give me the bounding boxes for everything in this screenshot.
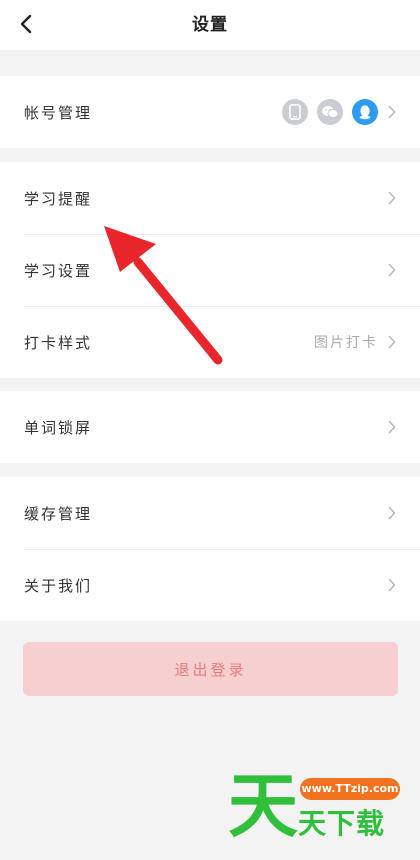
- watermark-big-char: 天: [228, 765, 298, 847]
- chevron-right-icon: [388, 105, 398, 119]
- settings-item-study-reminder[interactable]: 学习提醒: [0, 162, 420, 234]
- settings-group-account: 帐号管理: [0, 76, 420, 148]
- bound-accounts: [273, 99, 378, 125]
- settings-item-study-settings[interactable]: 学习设置: [0, 234, 420, 306]
- chevron-right-icon: [388, 191, 398, 205]
- qq-icon: [352, 99, 378, 125]
- watermark-text: 天下载: [298, 807, 386, 840]
- settings-item-account[interactable]: 帐号管理: [0, 76, 420, 148]
- chevron-right-icon: [388, 578, 398, 592]
- settings-group-lockscreen: 单词锁屏: [0, 391, 420, 463]
- nav-bar: 设置: [0, 0, 420, 50]
- settings-item-about[interactable]: 关于我们: [0, 549, 420, 621]
- settings-group-study: 学习提醒 学习设置 打卡样式 图片打卡: [0, 162, 420, 378]
- settings-item-label: 缓存管理: [24, 504, 93, 523]
- chevron-right-icon: [388, 335, 398, 349]
- settings-item-label: 学习设置: [24, 261, 93, 280]
- chevron-right-icon: [388, 420, 398, 434]
- settings-item-label: 打卡样式: [24, 333, 93, 352]
- logout-button[interactable]: 退出登录: [23, 642, 398, 696]
- settings-item-cache[interactable]: 缓存管理: [0, 477, 420, 549]
- settings-item-label: 帐号管理: [24, 103, 93, 122]
- settings-group-misc: 缓存管理 关于我们: [0, 477, 420, 621]
- settings-item-checkin-style[interactable]: 打卡样式 图片打卡: [0, 306, 420, 378]
- settings-item-label: 单词锁屏: [24, 418, 93, 437]
- checkin-style-value: 图片打卡: [314, 335, 378, 351]
- chevron-right-icon: [388, 263, 398, 277]
- wechat-icon: [317, 99, 343, 125]
- settings-item-word-lockscreen[interactable]: 单词锁屏: [0, 391, 420, 463]
- settings-item-label: 关于我们: [24, 576, 93, 595]
- settings-item-label: 学习提醒: [24, 189, 93, 208]
- watermark-url: www.TTzip.com: [300, 778, 400, 800]
- watermark-logo: 天 www.TTzip.com 天下载: [228, 766, 408, 846]
- page-title: 设置: [192, 15, 228, 35]
- chevron-right-icon: [388, 506, 398, 520]
- phone-icon: [282, 99, 308, 125]
